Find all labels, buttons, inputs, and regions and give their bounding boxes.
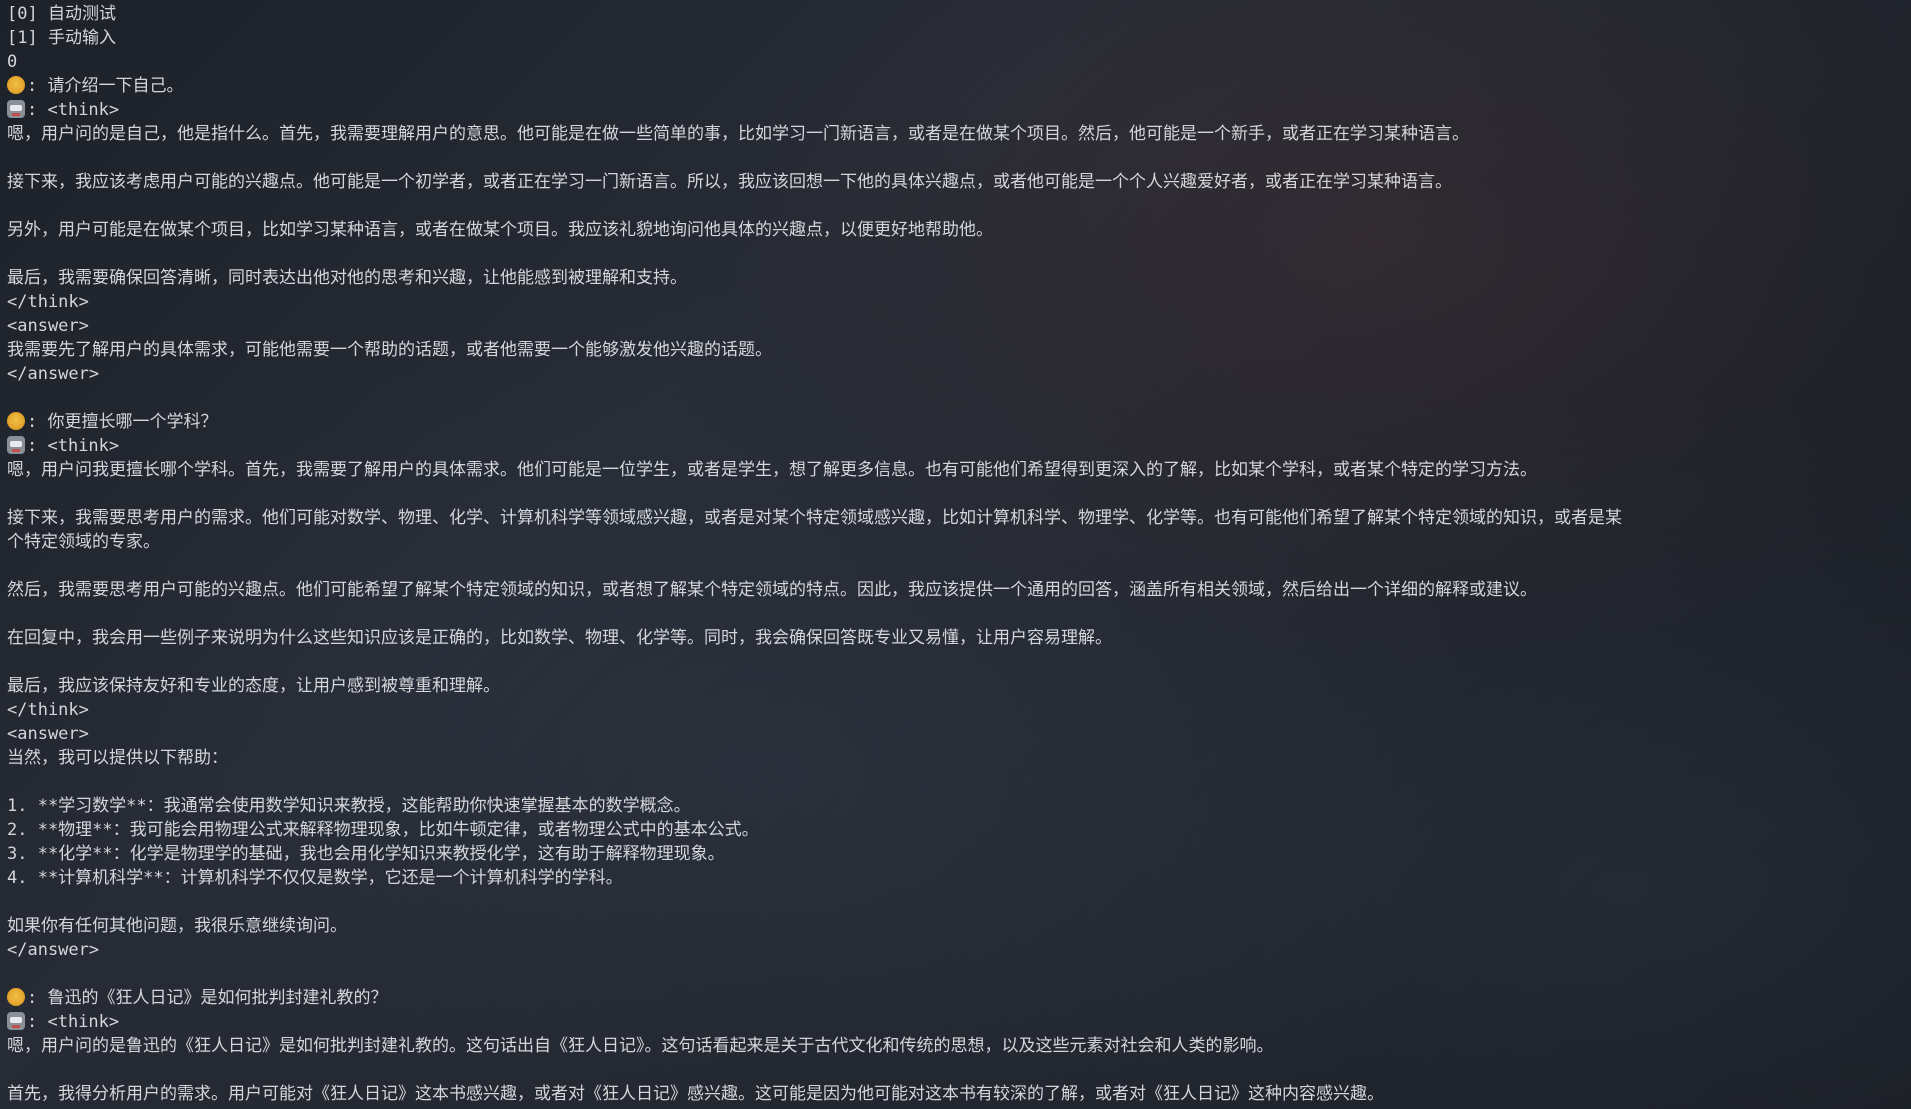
think-paragraph: 最后，我需要确保回答清晰，同时表达出他对他的思考和兴趣，让他能感到被理解和支持。 [7,268,687,288]
think-close-tag: </think> [7,292,89,312]
answer-open-tag: <answer> [7,724,89,744]
user-question: 请介绍一下自己。 [47,76,184,96]
answer-intro: 当然，我可以提供以下帮助： [7,748,228,768]
answer-list-item: 1. **学习数学**：我通常会使用数学知识来教授，这能帮助你快速掌握基本的数学… [7,796,691,816]
prompt-separator: : [27,76,48,96]
robot-icon [7,1012,25,1030]
think-close-tag: </think> [7,700,89,720]
answer-close-tag: </answer> [7,364,100,384]
think-paragraph: 嗯，用户问我更擅长哪个学科。首先，我需要了解用户的具体需求。他们可能是一位学生，… [7,460,1537,480]
terminal-window[interactable]: [0] 自动测试 [1] 手动输入 0 : 请介绍一下自己。 : <think>… [7,2,1907,1107]
assistant-message: : <think> [7,98,1907,122]
think-paragraph: 首先，我得分析用户的需求。用户可能对《狂人日记》这本书感兴趣，或者对《狂人日记》… [7,1084,1384,1104]
answer-list-item: 4. **计算机科学**：计算机科学不仅仅是数学，它还是一个计算机科学的学科。 [7,868,623,888]
think-paragraph-continued: 个特定领域的专家。 [7,532,160,552]
answer-close-tag: </answer> [7,940,100,960]
think-paragraph: 接下来，我需要思考用户的需求。他们可能对数学、物理、化学、计算机科学等领域感兴趣… [7,508,1622,528]
think-paragraph: 接下来，我应该考虑用户可能的兴趣点。他可能是一个初学者，或者正在学习一门新语言。… [7,172,1452,192]
think-paragraph: 嗯，用户问的是鲁迅的《狂人日记》是如何批判封建礼教的。这句话出自《狂人日记》。这… [7,1036,1274,1056]
think-paragraph: 在回复中，我会用一些例子来说明为什么这些知识应该是正确的，比如数学、物理、化学等… [7,628,1112,648]
user-face-icon [7,412,25,430]
assistant-message: : <think> [7,434,1907,458]
think-paragraph: 然后，我需要思考用户可能的兴趣点。他们可能希望了解某个特定领域的知识，或者想了解… [7,580,1537,600]
answer-outro: 如果你有任何其他问题，我很乐意继续询问。 [7,916,347,936]
answer-list-item: 2. **物理**：我可能会用物理公式来解释物理现象，比如牛顿定律，或者物理公式… [7,820,759,840]
answer-open-tag: <answer> [7,316,89,336]
robot-icon [7,100,25,118]
think-paragraph: 另外，用户可能是在做某个项目，比如学习某种语言，或者在做某个项目。我应该礼貌地询… [7,220,993,240]
prompt-separator: : [27,100,48,120]
assistant-message: : <think> [7,1010,1907,1034]
prompt-separator: : [27,1012,48,1032]
think-paragraph: 嗯，用户问的是自己，他是指什么。首先，我需要理解用户的意思。他可能是在做一些简单… [7,124,1469,144]
think-open-tag: <think> [47,436,120,456]
think-paragraph: 最后，我应该保持友好和专业的态度，让用户感到被尊重和理解。 [7,676,500,696]
menu-option-manual-input: [1] 手动输入 [7,28,116,48]
answer-list-item: 3. **化学**：化学是物理学的基础，我也会用化学知识来教授化学，这有助于解释… [7,844,725,864]
user-message: : 鲁迅的《狂人日记》是如何批判封建礼教的？ [7,986,1907,1010]
user-message: : 你更擅长哪一个学科？ [7,410,1907,434]
think-open-tag: <think> [47,1012,120,1032]
user-question: 你更擅长哪一个学科？ [47,412,218,432]
selection-input: 0 [7,52,18,72]
answer-text: 我需要先了解用户的具体需求，可能他需要一个帮助的话题，或者他需要一个能够激发他兴… [7,340,772,360]
user-face-icon [7,988,25,1006]
menu-option-auto-test: [0] 自动测试 [7,4,116,24]
robot-icon [7,436,25,454]
user-face-icon [7,76,25,94]
user-message: : 请介绍一下自己。 [7,74,1907,98]
prompt-separator: : [27,412,48,432]
think-open-tag: <think> [47,100,120,120]
user-question: 鲁迅的《狂人日记》是如何批判封建礼教的？ [47,988,388,1008]
prompt-separator: : [27,436,48,456]
prompt-separator: : [27,988,48,1008]
